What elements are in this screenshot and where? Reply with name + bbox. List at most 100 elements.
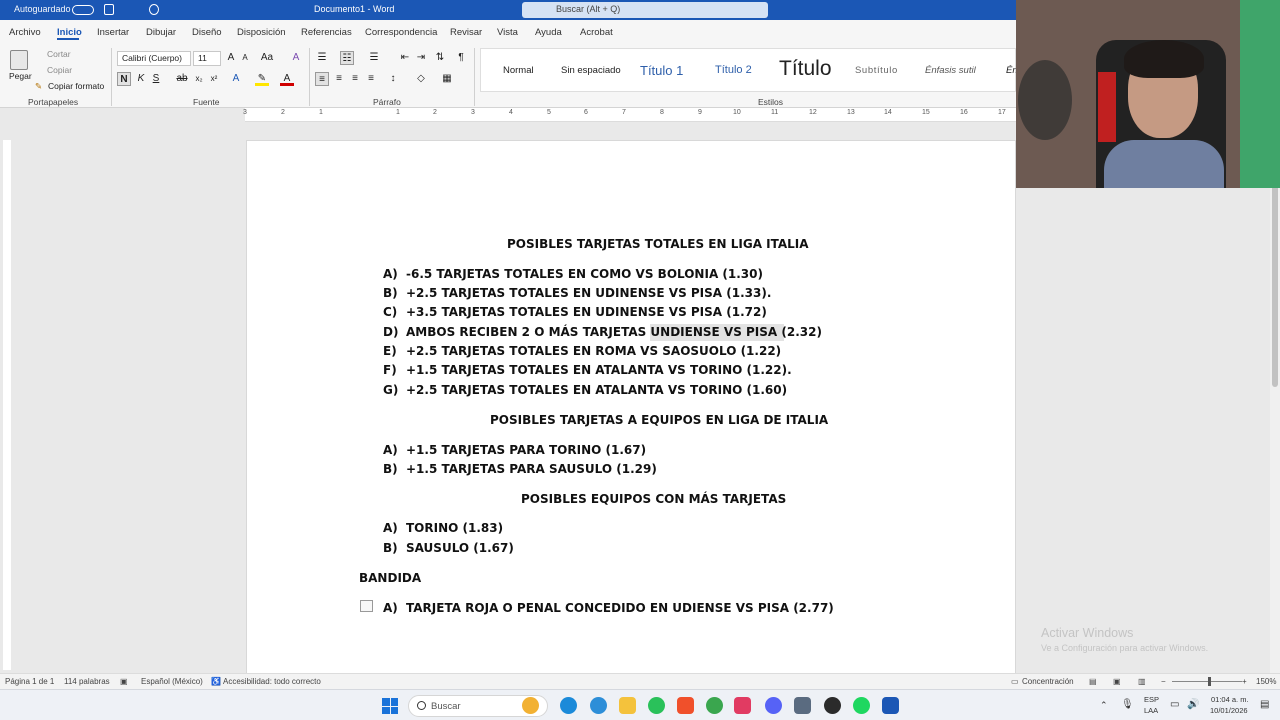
input-language[interactable]: ESP [1144, 695, 1159, 704]
show-marks-icon[interactable]: ¶ [454, 51, 468, 65]
clock-date[interactable]: 10/01/2026 [1210, 706, 1248, 715]
accessibility-status[interactable]: Accesibilidad: todo correcto [223, 677, 321, 686]
tray-overflow-icon[interactable]: ⌃ [1100, 700, 1108, 711]
zoom-in-icon[interactable]: + [1242, 677, 1247, 686]
tab-correspondencia[interactable]: Correspondencia [365, 27, 437, 38]
notifications-icon[interactable]: ▤ [1260, 699, 1269, 710]
sort-icon[interactable]: ⇅ [433, 51, 447, 65]
justify-icon[interactable]: ≡ [364, 72, 378, 86]
tab-dibujar[interactable]: Dibujar [146, 27, 176, 38]
focus-mode-button[interactable]: Concentración [1022, 677, 1074, 686]
tab-diseno[interactable]: Diseño [192, 27, 222, 38]
brave-browser-icon[interactable] [677, 697, 694, 714]
document-page[interactable] [246, 140, 1016, 680]
search-box[interactable]: Buscar (Alt + Q) [522, 2, 768, 18]
tab-revisar[interactable]: Revisar [450, 27, 482, 38]
vertical-scrollbar[interactable] [1270, 122, 1280, 673]
clock-time[interactable]: 01:04 a. m. [1211, 695, 1249, 704]
widgets-icon[interactable] [522, 697, 539, 714]
underline-button[interactable]: S [149, 72, 163, 86]
tab-inicio[interactable]: Inicio [57, 27, 82, 38]
zoom-level[interactable]: 150% [1256, 677, 1276, 686]
telegram-icon[interactable] [590, 697, 607, 714]
accessibility-icon[interactable]: ♿ [211, 677, 221, 686]
network-icon[interactable]: ▭ [1170, 699, 1179, 710]
read-mode-icon[interactable]: ▤ [1089, 677, 1097, 686]
shrink-font-icon[interactable]: A [238, 51, 252, 65]
borders-icon[interactable]: ▦ [440, 72, 454, 86]
multilevel-list-icon[interactable]: ☰ [367, 51, 381, 65]
clear-format-icon[interactable]: A [289, 51, 303, 65]
text-effects-icon[interactable]: A [229, 72, 243, 86]
style-heading-1[interactable]: Título 1 [640, 63, 683, 78]
horizontal-ruler[interactable] [245, 108, 1016, 122]
cut-button[interactable]: Cortar [47, 49, 71, 59]
strikethrough-button[interactable]: ab [175, 72, 189, 86]
shading-icon[interactable]: ◇ [414, 72, 428, 86]
decrease-indent-icon[interactable]: ⇤ [398, 51, 412, 65]
focus-icon[interactable]: ▭ [1011, 677, 1019, 686]
whatsapp-icon[interactable] [648, 697, 665, 714]
format-painter-icon[interactable]: ✎ [35, 81, 42, 92]
bold-button[interactable]: N [117, 72, 131, 86]
line-spacing-icon[interactable]: ↕ [386, 72, 400, 86]
edge-browser-icon[interactable] [560, 697, 577, 714]
tab-archivo[interactable]: Archivo [9, 27, 41, 38]
highlight-icon[interactable]: ✎ [255, 72, 269, 86]
style-normal[interactable]: Normal [503, 65, 534, 76]
discord-icon[interactable] [765, 697, 782, 714]
chrome-icon[interactable] [706, 697, 723, 714]
obs-studio-icon[interactable] [824, 697, 841, 714]
font-size-select[interactable]: 11 [193, 51, 221, 66]
style-subtitle[interactable]: Subtítulo [855, 65, 898, 76]
volume-icon[interactable]: 🔊 [1187, 699, 1199, 710]
tab-insertar[interactable]: Insertar [97, 27, 129, 38]
vertical-ruler[interactable] [3, 140, 11, 670]
font-name-select[interactable]: Calibri (Cuerpo) [117, 51, 191, 66]
tab-referencias[interactable]: Referencias [301, 27, 352, 38]
font-color-icon[interactable]: A [280, 72, 294, 86]
zoom-slider[interactable] [1172, 681, 1242, 682]
undo-icon[interactable] [149, 4, 159, 15]
align-left-icon[interactable]: ≡ [315, 72, 329, 86]
autosave-toggle[interactable] [72, 5, 94, 15]
file-explorer-icon[interactable] [619, 697, 636, 714]
increase-indent-icon[interactable]: ⇥ [414, 51, 428, 65]
word-count[interactable]: 114 palabras [64, 677, 110, 686]
layout-options-icon[interactable] [360, 600, 373, 612]
zoom-out-icon[interactable]: − [1161, 677, 1166, 686]
format-painter-button[interactable]: Copiar formato [48, 81, 104, 91]
align-center-icon[interactable]: ≡ [332, 72, 346, 86]
bullets-icon[interactable]: ☰ [315, 51, 329, 65]
style-subtle-emphasis[interactable]: Énfasis sutil [925, 65, 976, 76]
print-layout-icon[interactable]: ▣ [1113, 677, 1121, 686]
web-layout-icon[interactable]: ▥ [1138, 677, 1146, 686]
tab-acrobat[interactable]: Acrobat [580, 27, 613, 38]
align-right-icon[interactable]: ≡ [348, 72, 362, 86]
superscript-button[interactable]: x² [207, 72, 221, 86]
change-case-icon[interactable]: Aa [260, 51, 274, 65]
save-icon[interactable] [104, 4, 114, 15]
tab-ayuda[interactable]: Ayuda [535, 27, 562, 38]
windows-start-icon[interactable] [382, 698, 398, 714]
grow-font-icon[interactable]: A [224, 51, 238, 65]
italic-button[interactable]: K [134, 72, 148, 86]
subscript-button[interactable]: x₂ [192, 72, 206, 86]
tab-disposicion[interactable]: Disposición [237, 27, 286, 38]
text-app-icon[interactable] [734, 697, 751, 714]
paste-icon[interactable] [10, 50, 28, 70]
input-region[interactable]: LAA [1144, 706, 1158, 715]
spotify-icon[interactable] [853, 697, 870, 714]
page-count[interactable]: Página 1 de 1 [5, 677, 54, 686]
microphone-icon[interactable]: 🎙 [1121, 699, 1134, 710]
word-app-icon[interactable] [882, 697, 899, 714]
style-title[interactable]: Título [779, 57, 832, 81]
zoom-slider-thumb[interactable] [1208, 677, 1211, 686]
proofing-icon[interactable]: ▣ [120, 677, 128, 686]
language-status[interactable]: Español (México) [141, 677, 203, 686]
copy-button[interactable]: Copiar [47, 65, 72, 75]
numbering-icon[interactable]: ☷ [340, 51, 354, 65]
tab-vista[interactable]: Vista [497, 27, 518, 38]
style-heading-2[interactable]: Título 2 [715, 64, 752, 76]
calculator-icon[interactable] [794, 697, 811, 714]
